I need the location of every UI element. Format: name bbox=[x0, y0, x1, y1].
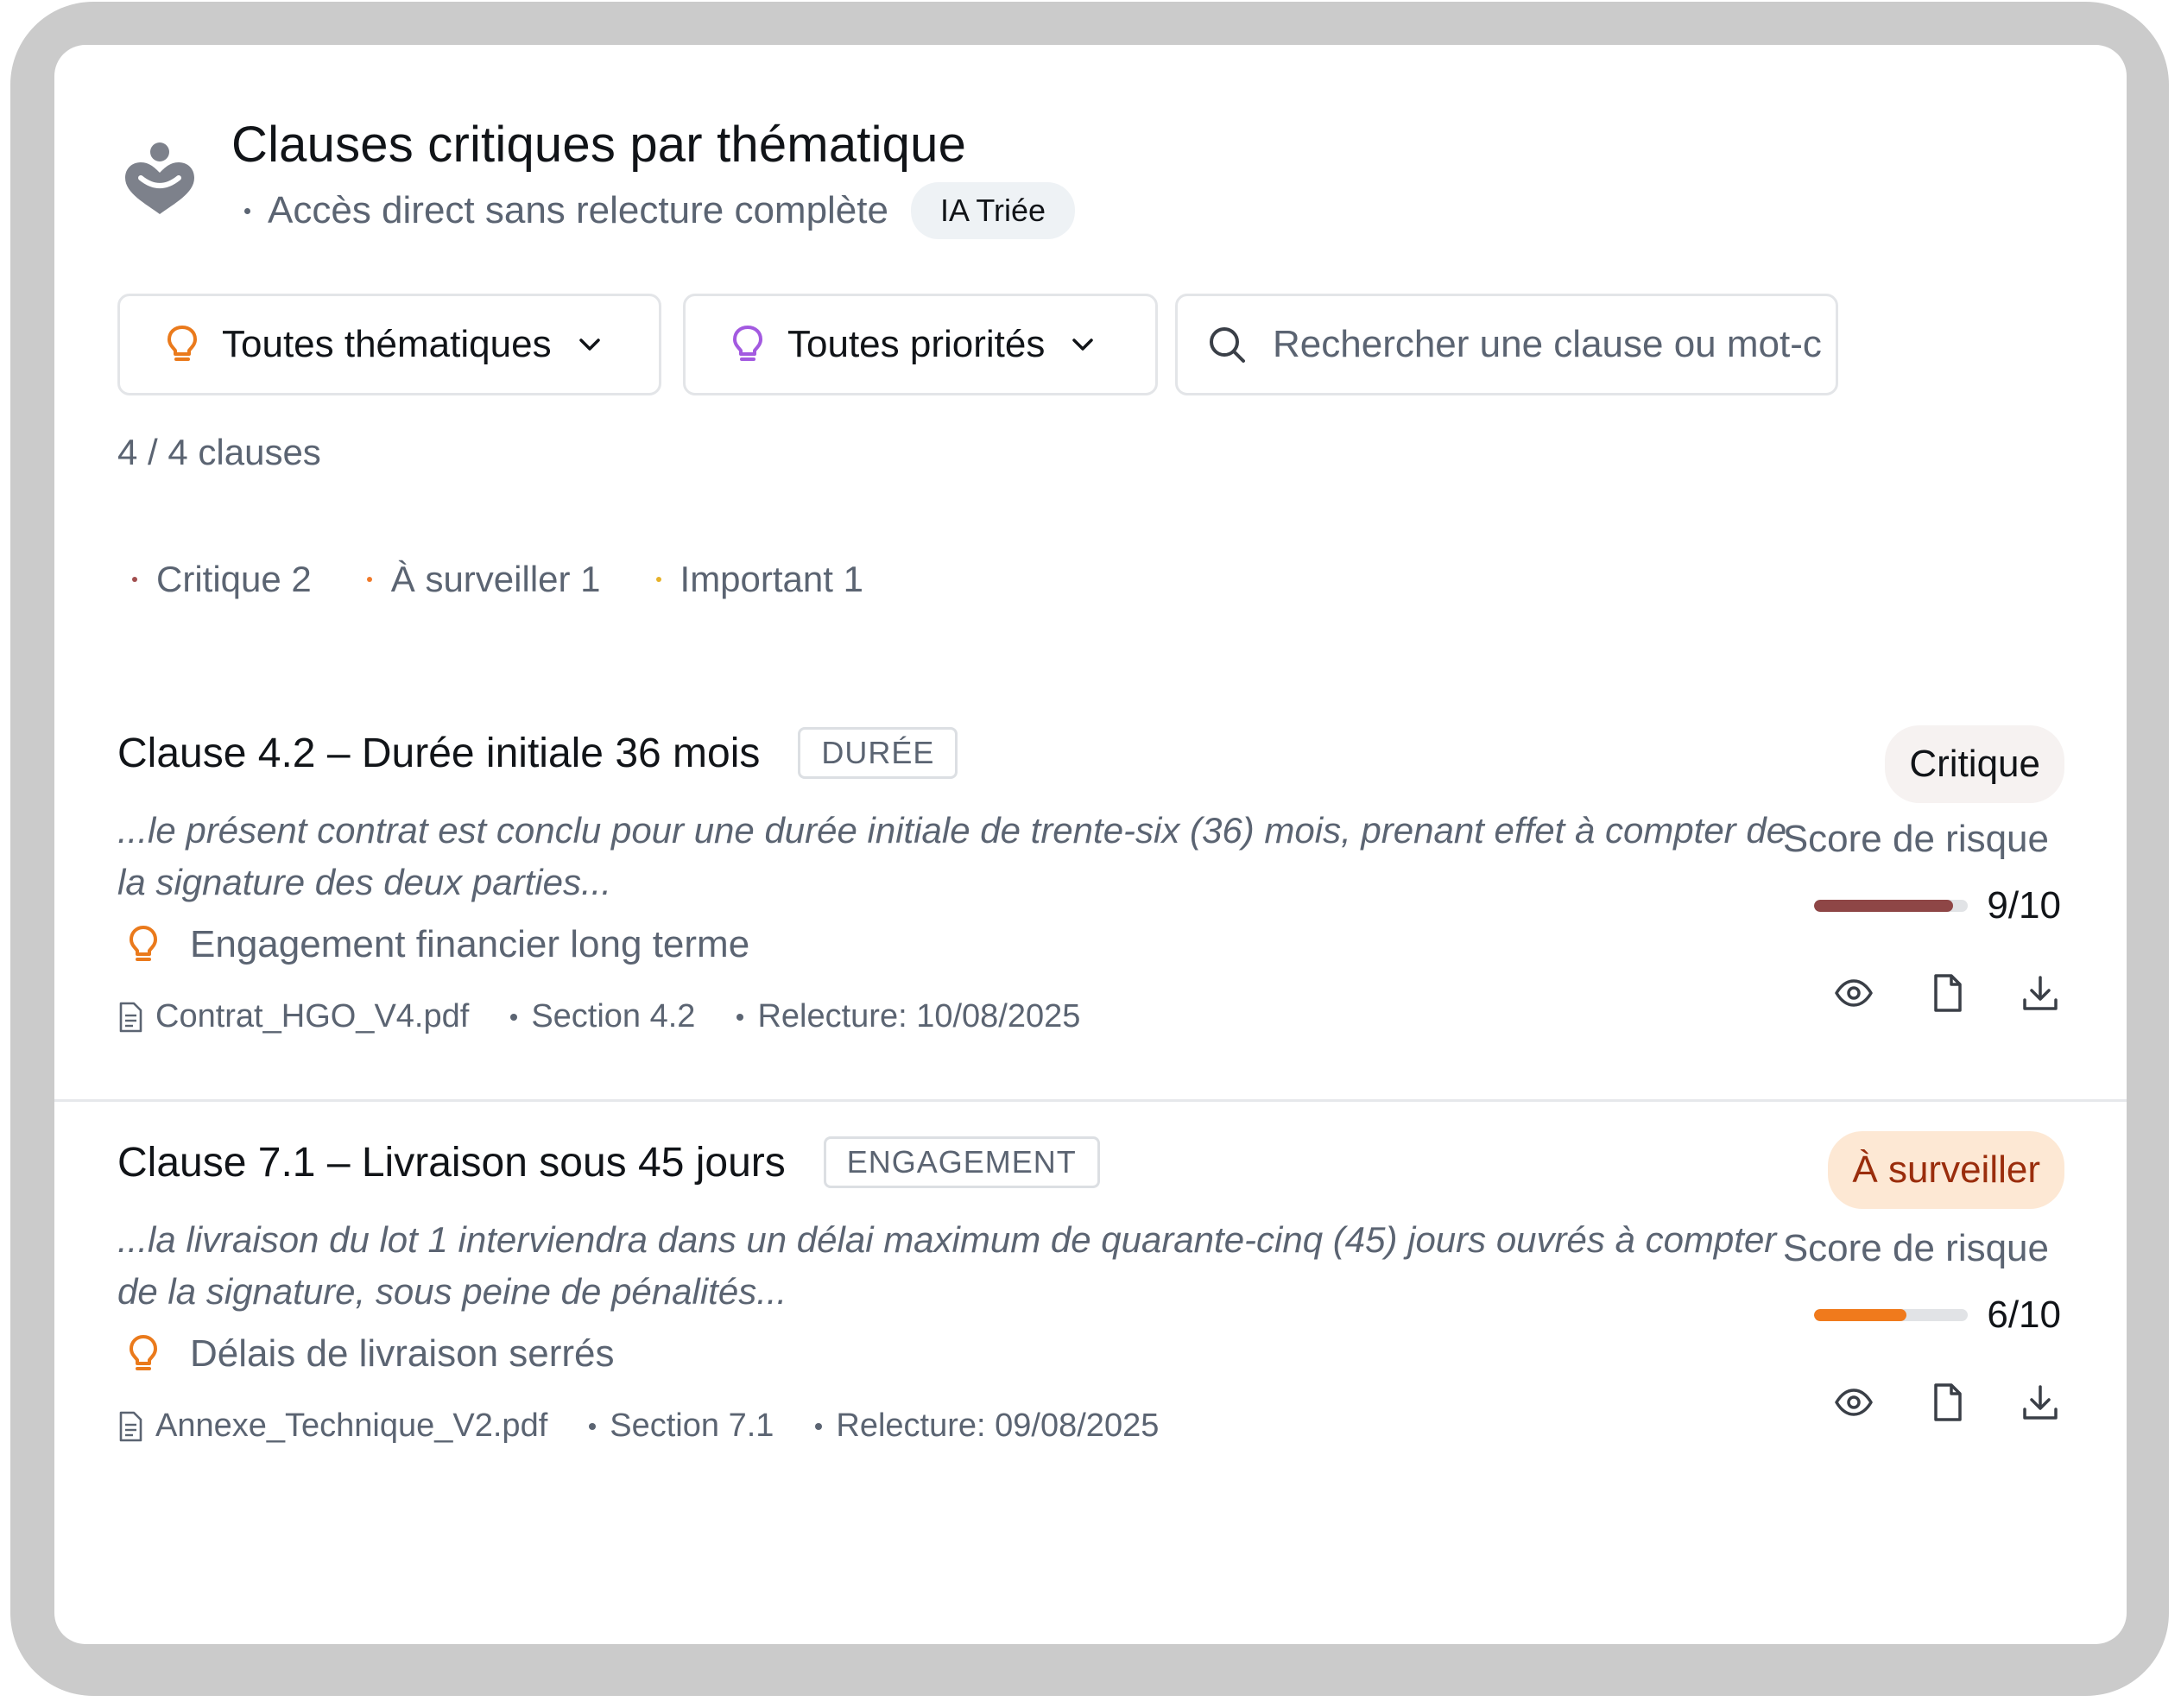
clause-insight: Engagement financier long terme bbox=[117, 923, 749, 966]
download-button[interactable] bbox=[2016, 1378, 2064, 1426]
section-info: Section 4.2 bbox=[510, 998, 695, 1035]
chevron-down-icon bbox=[1072, 338, 1094, 351]
bullet-dot bbox=[510, 1013, 518, 1021]
legend-label: Critique 2 bbox=[156, 559, 312, 599]
file-icon bbox=[119, 1002, 142, 1032]
thematique-filter-dropdown[interactable]: Toutes thématiques bbox=[117, 294, 661, 395]
legend-critique: Critique 2 bbox=[132, 559, 312, 600]
legend-important: Important 1 bbox=[655, 559, 863, 600]
eye-icon bbox=[1835, 979, 1873, 1007]
review-date: Relecture: 09/08/2025 bbox=[836, 1408, 1160, 1444]
page-subtitle: Accès direct sans relecture complète bbox=[268, 189, 888, 231]
thematique-filter-label: Toutes thématiques bbox=[222, 323, 552, 365]
risk-score-value: 6/10 bbox=[1987, 1294, 2061, 1336]
download-icon bbox=[2023, 976, 2058, 1010]
clause-row: Clause 4.2 – Durée initiale 36 mois DURÉ… bbox=[54, 701, 2127, 1109]
status-badge: Critique bbox=[1885, 725, 2064, 803]
search-icon bbox=[1210, 327, 1245, 363]
lightbulb-icon bbox=[130, 926, 157, 961]
lightbulb-icon bbox=[733, 326, 762, 361]
file-icon bbox=[119, 1411, 142, 1441]
chevron-down-icon bbox=[578, 338, 600, 351]
risk-bar-track bbox=[1814, 900, 1969, 912]
review-info: Relecture: 10/08/2025 bbox=[736, 998, 1080, 1035]
risk-score: 9/10 bbox=[1814, 884, 2061, 927]
section-info: Section 7.1 bbox=[589, 1408, 774, 1445]
bullet-dot bbox=[736, 1013, 744, 1021]
clause-title-row: Clause 4.2 – Durée initiale 36 mois DURÉ… bbox=[117, 727, 958, 779]
legend-dot bbox=[655, 577, 661, 582]
insight-text: Délais de livraison serrés bbox=[190, 1332, 615, 1375]
clause-excerpt: ...le présent contrat est conclu pour un… bbox=[117, 810, 1787, 902]
insight-text: Engagement financier long terme bbox=[190, 923, 750, 965]
view-button[interactable] bbox=[1830, 969, 1878, 1017]
clause-insight: Délais de livraison serrés bbox=[117, 1332, 615, 1376]
legend-label: Important 1 bbox=[680, 559, 863, 599]
search-box[interactable] bbox=[1175, 294, 1838, 395]
risk-bar-track bbox=[1814, 1309, 1969, 1321]
clause-actions bbox=[1785, 969, 2064, 1017]
clause-theme-tag: ENGAGEMENT bbox=[823, 1136, 1100, 1188]
open-document-button[interactable] bbox=[1923, 969, 1971, 1017]
bullet-dot bbox=[244, 207, 250, 214]
risk-score: 6/10 bbox=[1814, 1294, 2061, 1337]
search-input[interactable] bbox=[1273, 323, 1825, 366]
clause-meta: Contrat_HGO_V4.pdf Section 4.2 Relecture… bbox=[117, 998, 1080, 1035]
lightbulb-icon bbox=[130, 1335, 157, 1370]
row-divider bbox=[54, 1099, 2127, 1102]
clauses-panel: Clauses critiques par thématique Accès d… bbox=[54, 45, 2127, 1644]
eye-icon bbox=[1835, 1389, 1873, 1416]
lightbulb-icon bbox=[168, 326, 197, 361]
legend-dot bbox=[132, 577, 137, 582]
legend-a-surveiller: À surveiller 1 bbox=[366, 559, 601, 600]
clause-excerpt: ...la livraison du lot 1 interviendra da… bbox=[117, 1219, 1777, 1312]
clause-meta: Annexe_Technique_V2.pdf Section 7.1 Rele… bbox=[117, 1408, 1159, 1445]
page-title: Clauses critiques par thématique bbox=[231, 117, 967, 173]
review-date: Relecture: 10/08/2025 bbox=[757, 998, 1081, 1034]
section-label: Section 4.2 bbox=[531, 998, 696, 1034]
clause-title-row: Clause 7.1 – Livraison sous 45 jours ENG… bbox=[117, 1136, 1100, 1188]
clause-row: Clause 7.1 – Livraison sous 45 jours ENG… bbox=[54, 1110, 2127, 1559]
clause-title: Clause 7.1 – Livraison sous 45 jours bbox=[117, 1139, 786, 1186]
clause-actions bbox=[1785, 1378, 2064, 1426]
priorite-filter-label: Toutes priorités bbox=[787, 323, 1046, 365]
legend-label: À surveiller 1 bbox=[390, 559, 601, 599]
ai-sorted-badge: IA Triée bbox=[910, 182, 1076, 239]
legend-dot bbox=[366, 577, 372, 582]
open-document-button[interactable] bbox=[1923, 1378, 1971, 1426]
bullet-dot bbox=[815, 1422, 823, 1430]
clause-count: 4 / 4 clauses bbox=[117, 432, 321, 472]
priority-legend: Critique 2 À surveiller 1 Important 1 bbox=[132, 559, 919, 600]
review-info: Relecture: 09/08/2025 bbox=[815, 1408, 1159, 1445]
risk-score-label: Score de risque bbox=[1782, 818, 2049, 860]
heart-person-icon bbox=[125, 142, 194, 214]
file-name[interactable]: Contrat_HGO_V4.pdf bbox=[155, 998, 469, 1035]
document-icon bbox=[1934, 974, 1962, 1012]
status-badge: À surveiller bbox=[1828, 1131, 2064, 1209]
file-name[interactable]: Annexe_Technique_V2.pdf bbox=[155, 1408, 547, 1445]
clause-theme-tag: DURÉE bbox=[798, 727, 958, 779]
view-button[interactable] bbox=[1830, 1378, 1878, 1426]
risk-bar-fill bbox=[1814, 1309, 1907, 1321]
clause-title: Clause 4.2 – Durée initiale 36 mois bbox=[117, 730, 761, 776]
download-button[interactable] bbox=[2016, 969, 2064, 1017]
risk-score-value: 9/10 bbox=[1987, 884, 2061, 927]
risk-bar-fill bbox=[1814, 900, 1953, 912]
priorite-filter-dropdown[interactable]: Toutes priorités bbox=[683, 294, 1158, 395]
document-icon bbox=[1934, 1383, 1962, 1421]
section-label: Section 7.1 bbox=[610, 1408, 774, 1444]
subtitle-row: Accès direct sans relecture complète IA … bbox=[244, 182, 1076, 239]
risk-score-label: Score de risque bbox=[1782, 1227, 2049, 1269]
bullet-dot bbox=[589, 1422, 597, 1430]
download-icon bbox=[2023, 1385, 2058, 1420]
